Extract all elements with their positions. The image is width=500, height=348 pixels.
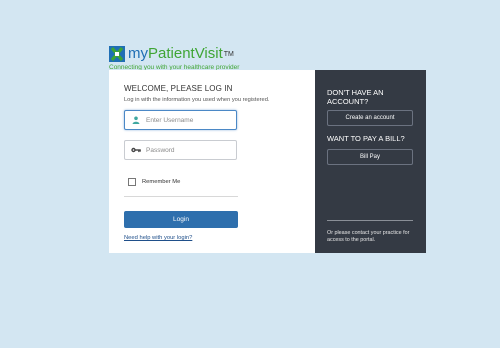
- brand-name: myPatientVisit: [128, 46, 223, 62]
- login-panel: WELCOME, PLEASE LOG IN Log in with the i…: [109, 70, 315, 253]
- brand-name-prefix: my: [128, 45, 148, 62]
- no-account-heading: DON'T HAVE AN ACCOUNT?: [327, 88, 384, 106]
- login-help-link[interactable]: Need help with your login?: [124, 235, 192, 241]
- remember-me-checkbox[interactable]: [128, 178, 136, 186]
- logo-row: myPatientVisit TM: [109, 45, 319, 63]
- username-input[interactable]: [146, 116, 231, 124]
- bill-pay-button[interactable]: Bill Pay: [327, 149, 413, 165]
- create-account-button[interactable]: Create an account: [327, 110, 413, 126]
- login-divider: [124, 196, 238, 197]
- password-input[interactable]: [146, 146, 231, 154]
- side-divider: [327, 220, 413, 221]
- user-icon: [129, 116, 142, 124]
- password-field[interactable]: [124, 140, 237, 160]
- brand-logo: myPatientVisit TM Connecting you with yo…: [109, 45, 319, 71]
- remember-me-label[interactable]: Remember Me: [142, 179, 180, 185]
- login-subtitle: Log in with the information you used whe…: [124, 97, 270, 103]
- brand-name-suffix: PatientVisit: [148, 45, 223, 62]
- contact-practice-text: Or please contact your practice for acce…: [327, 230, 410, 243]
- mypatientvisit-logo-icon: [109, 46, 125, 62]
- trademark-mark: TM: [223, 50, 234, 58]
- login-button[interactable]: Login: [124, 211, 238, 228]
- signup-panel: DON'T HAVE AN ACCOUNT? Create an account…: [315, 70, 426, 253]
- pay-bill-heading: WANT TO PAY A BILL?: [327, 134, 405, 143]
- key-icon: [129, 147, 142, 153]
- login-heading: WELCOME, PLEASE LOG IN: [124, 84, 233, 93]
- username-field[interactable]: [124, 110, 237, 130]
- remember-me[interactable]: Remember Me: [128, 178, 180, 186]
